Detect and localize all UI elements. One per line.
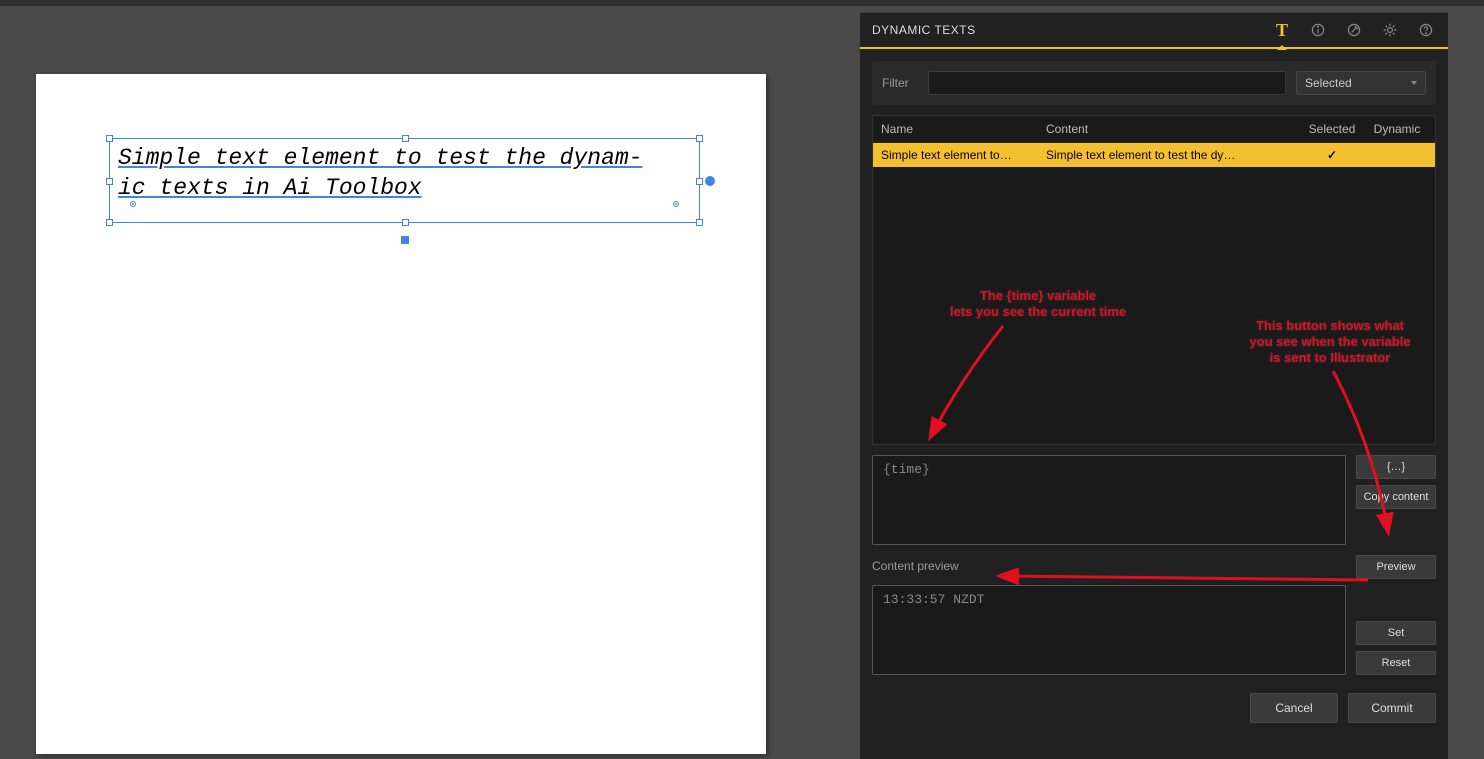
panel-header: DYNAMIC TEXTS T	[860, 13, 1448, 49]
insert-variable-button[interactable]: {…}	[1356, 455, 1436, 479]
column-header-content[interactable]: Content	[1046, 122, 1297, 136]
selection-handle[interactable]	[696, 135, 703, 142]
tab-settings-icon[interactable]	[1380, 20, 1400, 40]
selection-handle[interactable]	[696, 219, 703, 226]
tab-info-icon[interactable]	[1308, 20, 1328, 40]
table-row[interactable]: Simple text element to… Simple text elem…	[873, 143, 1435, 167]
filter-label: Filter	[882, 76, 918, 90]
text-frame-selection[interactable]: Simple text element to test the dynam- i…	[109, 138, 700, 223]
anchor-icon	[130, 201, 136, 207]
overflow-handle[interactable]	[401, 236, 409, 244]
commit-button[interactable]: Commit	[1348, 693, 1436, 723]
copy-content-button[interactable]: Copy content	[1356, 485, 1436, 509]
column-header-name[interactable]: Name	[881, 122, 1046, 136]
canvas-area: Simple text element to test the dynam- i…	[0, 0, 848, 759]
artboard-text[interactable]: Simple text element to test the dynam- i…	[110, 139, 699, 203]
preview-button[interactable]: Preview	[1356, 555, 1436, 579]
selection-handle[interactable]	[106, 178, 113, 185]
column-header-selected[interactable]: Selected	[1297, 122, 1367, 136]
filter-row: Filter Selected	[872, 61, 1436, 105]
chevron-down-icon	[1411, 81, 1417, 85]
selection-handle[interactable]	[696, 178, 703, 185]
annotation-preview-btn: This button shows what you see when the …	[1225, 318, 1435, 366]
tab-help-icon[interactable]	[1416, 20, 1436, 40]
selection-handle[interactable]	[402, 135, 409, 142]
text-items-table: Name Content Selected Dynamic Simple tex…	[872, 115, 1436, 445]
filter-select[interactable]: Selected	[1296, 71, 1426, 95]
arrow-icon	[903, 316, 1023, 451]
set-button[interactable]: Set	[1356, 621, 1436, 645]
cancel-button[interactable]: Cancel	[1250, 693, 1338, 723]
content-editor[interactable]: {time}	[872, 455, 1346, 545]
content-preview-output: 13:33:57 NZDT	[872, 585, 1346, 675]
selection-handle[interactable]	[106, 135, 113, 142]
tab-text-icon[interactable]: T	[1272, 20, 1292, 40]
panel-title: DYNAMIC TEXTS	[872, 23, 1272, 37]
row-selected: ✓	[1297, 148, 1367, 162]
column-header-dynamic[interactable]: Dynamic	[1367, 122, 1427, 136]
annotation-time-var: The {time} variable lets you see the cur…	[933, 288, 1143, 320]
artboard[interactable]: Simple text element to test the dynam- i…	[36, 74, 766, 754]
text-out-port[interactable]	[705, 176, 715, 186]
app-topbar	[0, 0, 848, 6]
filter-input[interactable]	[928, 71, 1286, 95]
content-preview-label: Content preview	[872, 559, 1346, 579]
row-content: Simple text element to test the dy…	[1046, 148, 1297, 162]
panel-topbar	[848, 0, 1484, 6]
row-name: Simple text element to…	[881, 148, 1046, 162]
selection-handle[interactable]	[106, 219, 113, 226]
footer-buttons: Cancel Commit	[872, 685, 1436, 727]
reset-button[interactable]: Reset	[1356, 651, 1436, 675]
anchor-icon	[673, 201, 679, 207]
selection-handle[interactable]	[402, 219, 409, 226]
filter-select-value: Selected	[1305, 76, 1352, 90]
dynamic-texts-panel: DYNAMIC TEXTS T Filter	[848, 0, 1484, 759]
tab-tool-icon[interactable]	[1344, 20, 1364, 40]
